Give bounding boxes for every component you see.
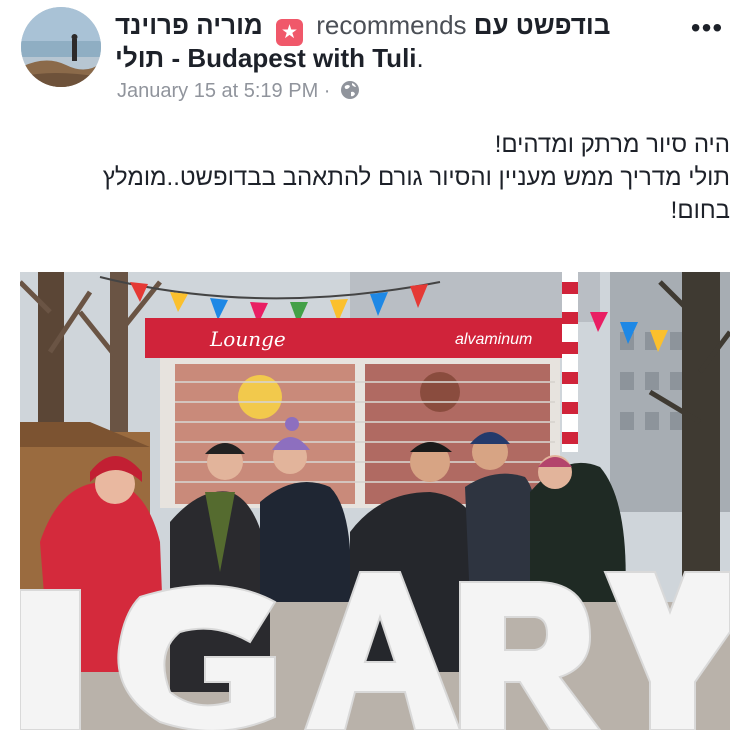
- author-name[interactable]: מוריה פרוינד: [115, 10, 263, 40]
- page-name-part1[interactable]: בודפשט עם: [474, 10, 611, 40]
- page-name-part2[interactable]: תולי - Budapest with Tuli: [115, 43, 417, 73]
- post-text-line: היה סיור מרתק ומדהים!: [494, 131, 730, 158]
- globe-icon[interactable]: [340, 80, 360, 106]
- recommends-label: recommends: [316, 10, 467, 40]
- svg-text:Lounge: Lounge: [209, 327, 286, 351]
- post-timestamp[interactable]: January 15 at 5:19 PM: [117, 80, 318, 102]
- post-header: מוריה פרוינד ★ recommends בודפשט עם: [115, 10, 635, 46]
- avatar-image: [21, 7, 101, 87]
- page-name-period: .: [416, 43, 424, 73]
- svg-text:alvaminum: alvaminum: [455, 331, 532, 348]
- star-icon: ★: [276, 19, 304, 46]
- post-photo[interactable]: Lounge alvaminum: [20, 272, 730, 730]
- photo-image: Lounge alvaminum: [20, 272, 730, 730]
- post-meta: January 15 at 5:19 PM ·: [117, 80, 360, 106]
- page-name-line[interactable]: תולי - Budapest with Tuli.: [115, 43, 424, 74]
- author-avatar[interactable]: [21, 7, 101, 87]
- post-text-line: בחום!: [670, 197, 730, 224]
- more-options-icon[interactable]: •••: [690, 14, 724, 42]
- meta-separator: ·: [323, 80, 331, 102]
- post-text-line: תולי מדריך ממש מעניין והסיור גורם להתאהב…: [102, 164, 730, 191]
- post-text: היה סיור מרתק ומדהים! תולי מדריך ממש מענ…: [30, 128, 730, 227]
